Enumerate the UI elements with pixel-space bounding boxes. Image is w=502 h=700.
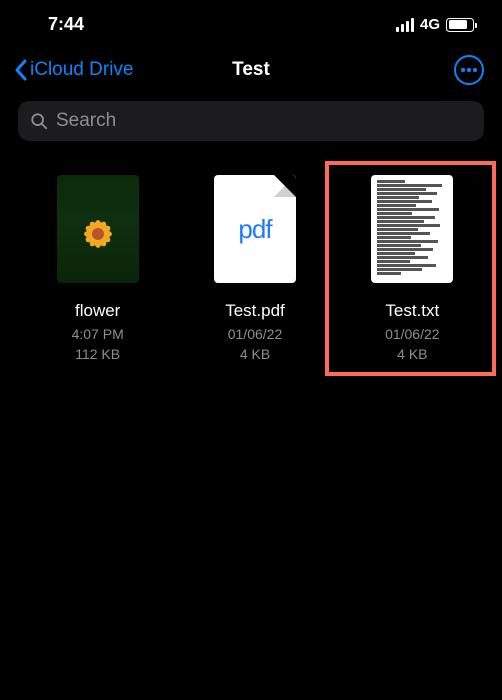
file-grid: flower 4:07 PM 112 KB pdf Test.pdf 01/06… (0, 141, 502, 366)
network-label: 4G (420, 16, 440, 33)
search-input[interactable] (56, 110, 472, 132)
navigation-bar: iCloud Drive Test (0, 43, 502, 95)
file-thumbnail: pdf (214, 175, 296, 283)
file-item[interactable]: Test.txt 01/06/22 4 KB (343, 175, 482, 366)
text-preview-icon (377, 180, 447, 275)
file-thumbnail (371, 175, 453, 283)
file-item[interactable]: flower 4:07 PM 112 KB (28, 175, 167, 366)
ellipsis-icon (461, 68, 477, 72)
more-button[interactable] (454, 55, 484, 85)
file-thumbnail (57, 175, 139, 283)
battery-icon (446, 18, 474, 32)
file-meta-time: 01/06/22 (228, 326, 283, 342)
file-item[interactable]: pdf Test.pdf 01/06/22 4 KB (185, 175, 324, 366)
back-button[interactable]: iCloud Drive (14, 59, 133, 81)
file-name: flower (75, 301, 120, 321)
back-label: iCloud Drive (30, 59, 133, 81)
signal-icon (396, 18, 414, 32)
status-time: 7:44 (48, 14, 84, 35)
file-meta-size: 112 KB (75, 346, 120, 362)
file-meta-time: 4:07 PM (72, 326, 124, 342)
page-fold-icon (274, 175, 296, 197)
page-title: Test (232, 59, 270, 81)
search-field[interactable] (18, 101, 484, 141)
pdf-label: pdf (238, 214, 271, 245)
chevron-left-icon (14, 59, 28, 81)
search-icon (30, 112, 48, 130)
status-indicators: 4G (396, 16, 474, 33)
file-name: Test.pdf (225, 301, 285, 321)
file-meta-size: 4 KB (240, 346, 270, 362)
flower-icon (73, 209, 123, 259)
status-bar: 7:44 4G (0, 0, 502, 43)
